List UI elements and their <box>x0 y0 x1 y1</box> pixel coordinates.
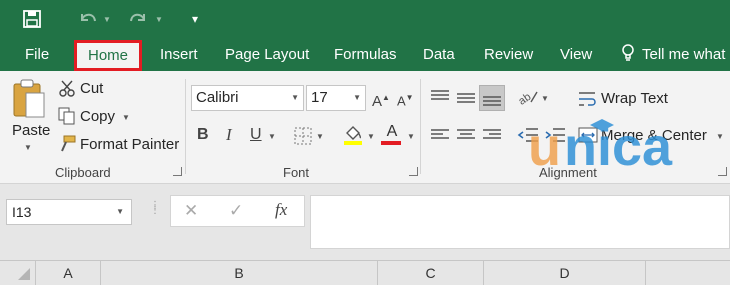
chevron-down-icon: ▼ <box>353 93 361 102</box>
save-icon[interactable] <box>23 10 41 31</box>
cut-icon[interactable] <box>58 80 76 103</box>
tab-review[interactable]: Review <box>484 38 533 71</box>
fill-color-icon[interactable] <box>343 124 363 151</box>
undo-dropdown-icon[interactable]: ▼ <box>103 15 111 24</box>
copy-button[interactable]: Copy <box>80 108 115 125</box>
chevron-down-icon: ▼ <box>291 93 299 102</box>
ribbon-home: Paste ▼ Cut Copy ▼ Format Painter Clipbo… <box>0 71 730 184</box>
tab-formulas[interactable]: Formulas <box>334 38 397 71</box>
underline-dropdown-icon[interactable]: ▼ <box>268 132 276 141</box>
insert-function-button[interactable]: fx <box>275 200 287 220</box>
font-color-button[interactable]: A <box>381 124 403 145</box>
tab-file[interactable]: File <box>25 38 49 71</box>
redo-dropdown-icon[interactable]: ▼ <box>155 15 163 24</box>
clipboard-launcher-icon[interactable] <box>173 167 182 176</box>
align-right-icon[interactable] <box>482 128 502 147</box>
column-header-e[interactable] <box>646 260 730 285</box>
group-separator <box>420 79 421 174</box>
formula-buttons: ✕ ✓ fx <box>170 195 305 227</box>
column-header-b[interactable]: B <box>101 260 378 285</box>
ribbon-tabs: File Home Insert Page Layout Formulas Da… <box>0 38 730 71</box>
undo-icon[interactable] <box>78 9 98 30</box>
top-align-icon[interactable] <box>430 89 450 108</box>
font-family-select[interactable]: Calibri ▼ <box>191 85 304 111</box>
align-center-icon[interactable] <box>456 128 476 147</box>
select-all-corner[interactable] <box>0 260 36 285</box>
clipboard-group-label: Clipboard <box>55 165 111 180</box>
paste-icon[interactable] <box>12 79 46 124</box>
format-painter-button[interactable]: Format Painter <box>80 136 179 153</box>
lightbulb-icon[interactable] <box>621 38 635 71</box>
column-header-d[interactable]: D <box>484 260 646 285</box>
fill-color-dropdown-icon[interactable]: ▼ <box>367 132 375 141</box>
enter-icon[interactable]: ✓ <box>229 201 243 221</box>
bold-button[interactable]: B <box>197 127 209 143</box>
font-group-label: Font <box>283 165 310 180</box>
formula-input[interactable] <box>310 195 730 249</box>
title-bar: ▼ ▼ ▾ <box>0 0 730 38</box>
cancel-icon[interactable]: ✕ <box>184 201 198 221</box>
paste-dropdown-icon[interactable]: ▼ <box>24 143 32 152</box>
borders-dropdown-icon[interactable]: ▼ <box>316 132 324 141</box>
cut-button[interactable]: Cut <box>80 80 103 97</box>
tab-view[interactable]: View <box>560 38 592 71</box>
format-painter-icon[interactable] <box>58 135 76 158</box>
wrap-text-icon[interactable] <box>578 90 598 113</box>
tab-insert[interactable]: Insert <box>160 38 198 71</box>
wrap-text-button[interactable]: Wrap Text <box>601 90 668 107</box>
formula-bar-grip[interactable]: ⋮ ⋮ <box>150 201 160 216</box>
svg-text:ab: ab <box>517 91 533 106</box>
group-separator <box>185 79 186 174</box>
tab-home[interactable]: Home <box>74 40 143 71</box>
decrease-font-size-icon[interactable]: A▼ <box>397 90 414 109</box>
font-color-swatch <box>381 141 401 145</box>
redo-icon[interactable] <box>128 9 148 30</box>
svg-text:nica: nica <box>564 117 673 173</box>
underline-button[interactable]: U <box>250 127 262 143</box>
tell-me-search[interactable]: Tell me what <box>642 38 725 71</box>
align-left-icon[interactable] <box>430 128 450 147</box>
middle-align-icon[interactable] <box>456 91 476 110</box>
increase-font-size-icon[interactable]: A▲ <box>372 90 390 110</box>
font-family-value: Calibri <box>196 89 239 106</box>
font-size-select[interactable]: 17 ▼ <box>306 85 366 111</box>
column-header-c[interactable]: C <box>378 260 484 285</box>
bottom-align-icon[interactable] <box>479 85 505 111</box>
font-color-dropdown-icon[interactable]: ▼ <box>407 132 415 141</box>
orientation-icon[interactable]: ab <box>516 88 539 111</box>
font-size-value: 17 <box>311 89 328 106</box>
tab-page-layout[interactable]: Page Layout <box>225 38 309 71</box>
column-header-a[interactable]: A <box>36 260 101 285</box>
name-box-value: I13 <box>12 204 32 220</box>
name-box[interactable]: I13 ▼ <box>6 199 132 225</box>
paste-button[interactable]: Paste <box>12 122 50 139</box>
ribbon-gap <box>0 184 730 195</box>
font-launcher-icon[interactable] <box>409 167 418 176</box>
borders-icon[interactable] <box>294 127 312 150</box>
tab-data[interactable]: Data <box>423 38 455 71</box>
svg-text:u: u <box>528 117 561 173</box>
copy-dropdown-icon[interactable]: ▼ <box>122 113 130 122</box>
customize-qat-icon[interactable]: ▾ <box>192 10 198 28</box>
orientation-dropdown-icon[interactable]: ▼ <box>541 94 549 103</box>
unica-watermark-logo: u nica <box>528 115 722 178</box>
italic-button[interactable]: I <box>226 126 232 143</box>
font-color-letter: A <box>386 123 398 140</box>
copy-icon[interactable] <box>58 107 76 130</box>
chevron-down-icon: ▼ <box>116 207 124 216</box>
